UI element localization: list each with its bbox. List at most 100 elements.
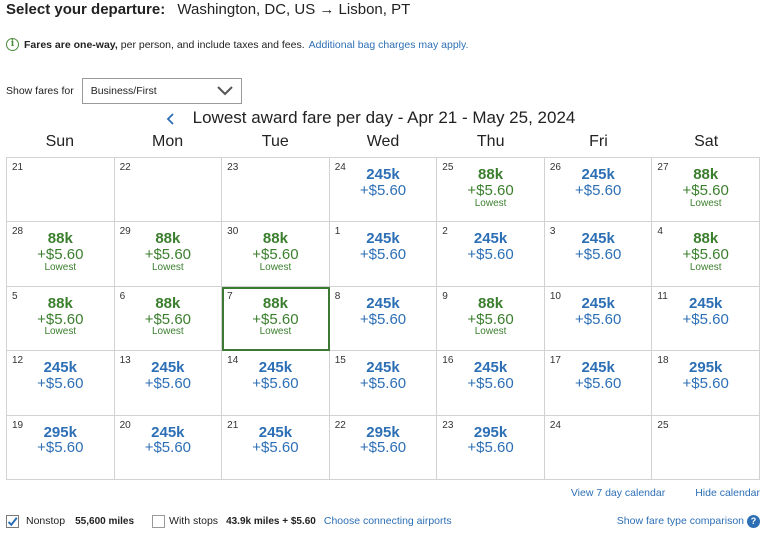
calendar-day-cell[interactable]: 9 88k +$5.60 Lowest: [437, 286, 545, 352]
fare-info: 88k +$5.60 Lowest: [222, 296, 329, 338]
calendar-day-cell[interactable]: 13 245k +$5.60: [114, 351, 223, 416]
calendar-day-cell[interactable]: 10 245k +$5.60: [544, 286, 653, 352]
fare-miles: 245k: [581, 166, 615, 183]
fare-miles: 245k: [366, 294, 400, 312]
calendar-day-cell[interactable]: 18 295k +$5.60: [652, 351, 760, 416]
calendar-day-cell[interactable]: 15 245k +$5.60: [329, 351, 438, 416]
lowest-fare-tag: Lowest: [259, 261, 292, 273]
fare-miles: 88k: [693, 230, 719, 248]
fare-type-comparison-link[interactable]: Show fare type comparison: [617, 515, 744, 527]
show-fares-control: Show fares for Business/First: [6, 78, 242, 104]
bag-charges-link[interactable]: Additional bag charges may apply.: [309, 39, 469, 51]
calendar-day-cell[interactable]: 6 88k +$5.60 Lowest: [114, 286, 223, 352]
cabin-select[interactable]: Business/First: [81, 78, 242, 104]
fare-fee: +$5.60: [682, 374, 729, 392]
calendar-day-cell[interactable]: 27 88k +$5.60 Lowest: [652, 158, 760, 223]
fare-miles: 295k: [43, 423, 77, 441]
fare-fee: +$5.60: [252, 310, 299, 328]
calendar-day-cell[interactable]: 26 245k +$5.60: [544, 158, 653, 223]
fare-fee: +$5.60: [359, 374, 407, 392]
calendar-day-cell[interactable]: 30 88k +$5.60 Lowest: [222, 222, 330, 287]
calendar-day-cell[interactable]: 20 245k +$5.60: [114, 415, 223, 480]
calendar-day-cell[interactable]: 16 245k +$5.60: [437, 351, 545, 416]
calendar-day-cell[interactable]: 11 245k +$5.60: [652, 286, 760, 352]
fare-fee: +$5.60: [252, 439, 299, 457]
calendar-day-cell[interactable]: 14 245k +$5.60: [222, 351, 330, 416]
calendar-day-cell[interactable]: 28 88k +$5.60 Lowest: [7, 222, 115, 287]
fare-info: 88k +$5.60 Lowest: [652, 167, 759, 209]
fare-miles: 245k: [151, 359, 185, 377]
day-of-week-label: Fri: [589, 133, 608, 150]
view-7-day-calendar-link[interactable]: View 7 day calendar: [571, 487, 665, 499]
with-stops-label: With stops: [169, 515, 219, 527]
fare-fee: +$5.60: [574, 181, 622, 199]
fare-info: 245k +$5.60: [7, 360, 114, 392]
fare-info: 245k +$5.60: [437, 231, 544, 263]
calendar-day-cell-selected[interactable]: 7 88k +$5.60 Lowest: [222, 286, 330, 352]
nonstop-miles: 55,600 miles: [75, 515, 135, 527]
calendar-day-cell[interactable]: 24 245k +$5.60: [329, 158, 438, 223]
route-text: Washington, DC, US → Lisbon, PT: [177, 1, 411, 18]
fare-info: 245k +$5.60: [115, 360, 222, 392]
calendar-day-cell[interactable]: 3 245k +$5.60: [544, 222, 653, 287]
calendar-day-cell: 22: [114, 158, 223, 223]
calendar-day-cell[interactable]: 25 88k +$5.60 Lowest: [437, 158, 545, 223]
choose-connecting-airports-link[interactable]: Choose connecting airports: [324, 515, 452, 527]
fare-fee: +$5.60: [359, 246, 407, 264]
fare-miles: 245k: [473, 359, 508, 377]
fare-fee: +$5.60: [252, 374, 299, 392]
day-of-week-label: Tue: [261, 133, 289, 150]
fare-fee: +$5.60: [144, 374, 191, 392]
calendar-day-cell[interactable]: 1 245k +$5.60: [329, 222, 438, 287]
departure-label: Select your departure:: [6, 1, 166, 18]
calendar-day-cell[interactable]: 12 245k +$5.60: [7, 351, 115, 416]
day-of-week-label: Sun: [45, 133, 75, 150]
calendar-day-cell[interactable]: 17 245k +$5.60: [544, 351, 653, 416]
fare-info: 245k +$5.60: [115, 423, 222, 457]
chevron-down-icon: [216, 86, 233, 96]
calendar-day-cell[interactable]: 19 295k +$5.60: [7, 415, 115, 480]
lowest-fare-tag: Lowest: [152, 261, 184, 273]
fare-fee: +$5.60: [37, 310, 84, 328]
calendar-day-cell[interactable]: 4 88k +$5.60 Lowest: [652, 222, 760, 287]
fare-miles: 88k: [47, 230, 73, 248]
calendar-day-cell[interactable]: 29 88k +$5.60 Lowest: [114, 222, 223, 287]
fare-miles: 245k: [581, 294, 615, 312]
fare-miles: 245k: [151, 423, 185, 441]
day-of-week-label: Sat: [694, 133, 719, 150]
fare-info: 245k +$5.60: [222, 423, 329, 457]
fare-info: 88k +$5.60 Lowest: [7, 296, 114, 338]
fare-info: 295k +$5.60: [7, 423, 114, 457]
fare-info: 245k +$5.60: [545, 296, 652, 328]
fare-miles: 245k: [473, 230, 508, 248]
nonstop-checkbox[interactable]: [6, 514, 19, 528]
calendar-day-cell[interactable]: 23 295k +$5.60: [437, 415, 545, 480]
fare-miles: 245k: [258, 423, 293, 441]
fare-info: 245k +$5.60: [330, 296, 437, 328]
day-number: 23: [227, 162, 239, 173]
fare-info: 245k +$5.60: [652, 296, 759, 328]
fare-info: 88k +$5.60 Lowest: [115, 231, 222, 273]
help-icon[interactable]: ?: [747, 514, 760, 528]
calendar-links: View 7 day calendar Hide calendar: [571, 487, 760, 499]
fare-miles: 295k: [473, 423, 508, 441]
fare-fee: +$5.60: [467, 439, 514, 457]
fare-info: 245k +$5.60: [330, 360, 437, 392]
fare-fee: +$5.60: [359, 310, 407, 328]
lowest-fare-tag: Lowest: [689, 197, 722, 209]
with-stops-checkbox[interactable]: [152, 514, 166, 528]
lowest-fare-tag: Lowest: [474, 197, 507, 209]
calendar-day-cell[interactable]: 5 88k +$5.60 Lowest: [7, 286, 115, 352]
fare-fee: +$5.60: [467, 246, 514, 264]
fare-info: 88k +$5.60 Lowest: [222, 231, 329, 273]
calendar-day-cell: 24: [544, 415, 653, 480]
day-of-week-label: Thu: [476, 133, 505, 150]
calendar-day-cell[interactable]: 21 245k +$5.60: [222, 415, 330, 480]
fare-info: 245k +$5.60: [330, 167, 437, 199]
hide-calendar-link[interactable]: Hide calendar: [695, 487, 760, 499]
fare-fee: +$5.60: [682, 246, 729, 264]
day-of-week-label: Wed: [366, 133, 400, 150]
calendar-day-cell[interactable]: 2 245k +$5.60: [437, 222, 545, 287]
calendar-day-cell[interactable]: 8 245k +$5.60: [329, 286, 438, 352]
calendar-day-cell[interactable]: 22 295k +$5.60: [329, 415, 438, 480]
